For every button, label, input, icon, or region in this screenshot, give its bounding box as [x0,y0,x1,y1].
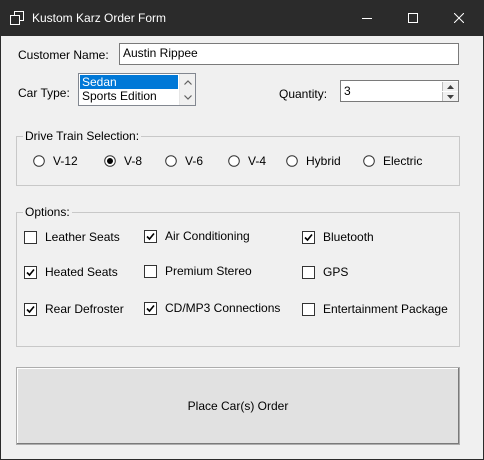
car-type-listbox[interactable]: Sedan Sports Edition [78,73,196,106]
option-heated-seats[interactable]: Heated Seats [24,265,118,279]
chevron-down-icon [183,94,192,100]
drive-train-label: V-4 [248,154,267,168]
checkbox-icon [144,264,157,278]
car-type-label: Car Type: [18,86,70,100]
chevron-up-icon [183,79,192,85]
customer-name-label: Customer Name: [18,48,109,62]
option-label: Leather Seats [45,230,120,244]
option-label: Air Conditioning [165,229,250,243]
option-air-conditioning[interactable]: Air Conditioning [144,229,250,243]
car-type-option-sports-edition[interactable]: Sports Edition [80,89,178,103]
window-app-icon [10,11,24,25]
options-caption: Options: [23,205,72,219]
close-icon [454,13,464,23]
checkbox-icon [302,302,315,316]
radio-button-icon [165,155,177,167]
quantity-decrement-button[interactable] [442,92,458,101]
option-gps[interactable]: GPS [302,265,348,279]
radio-button-selected-icon [104,155,116,167]
spin-up-icon [447,84,454,89]
maximize-button[interactable] [390,0,436,36]
quantity-label: Quantity: [279,87,328,101]
radio-button-icon [228,155,240,167]
maximize-icon [408,13,418,23]
form-client-area: Customer Name: Austin Rippee Car Type: S… [1,36,483,459]
drive-train-option-v6[interactable]: V-6 [165,154,203,168]
checkmark-icon [144,301,157,315]
drive-train-label: V-6 [185,154,204,168]
option-label: CD/MP3 Connections [165,301,281,315]
drive-train-label: Electric [383,154,423,168]
drive-train-option-v4[interactable]: V-4 [228,154,266,168]
drive-train-option-v12[interactable]: V-12 [33,154,78,168]
drive-train-label: V-12 [53,154,78,168]
option-label: Heated Seats [45,265,118,279]
option-label: Rear Defroster [45,302,124,316]
drive-train-option-v8[interactable]: V-8 [104,154,142,168]
drive-train-caption: Drive Train Selection: [23,129,142,143]
title-bar[interactable]: Kustom Karz Order Form [0,0,484,36]
checkbox-icon [24,230,37,244]
car-type-scrollbar[interactable] [179,74,195,105]
option-label: GPS [323,265,349,279]
option-premium-stereo[interactable]: Premium Stereo [144,264,252,278]
drive-train-option-electric[interactable]: Electric [363,154,422,168]
radio-button-icon [286,155,298,167]
minimize-button[interactable] [344,0,390,36]
option-rear-defroster[interactable]: Rear Defroster [24,302,124,316]
quantity-increment-button[interactable] [442,82,458,91]
option-cd-mp3-connections[interactable]: CD/MP3 Connections [144,301,280,315]
window-title: Kustom Karz Order Form [32,11,167,25]
drive-train-option-hybrid[interactable]: Hybrid [286,154,341,168]
drive-train-label: V-8 [124,154,143,168]
checkmark-icon [144,229,157,243]
checkmark-icon [302,230,315,244]
car-type-option-sedan[interactable]: Sedan [80,75,178,89]
radio-button-icon [33,155,45,167]
checkmark-icon [24,265,37,279]
option-entertainment-package[interactable]: Entertainment Package [302,302,448,316]
option-label: Bluetooth [323,230,374,244]
option-label: Entertainment Package [323,302,448,316]
quantity-value: 3 [344,84,351,98]
option-bluetooth[interactable]: Bluetooth [302,230,374,244]
customer-name-input[interactable]: Austin Rippee [119,43,459,65]
radio-button-icon [363,155,375,167]
scroll-up-button[interactable] [180,75,195,89]
checkbox-icon [302,265,315,279]
close-button[interactable] [436,0,482,36]
checkmark-icon [24,302,37,316]
spin-down-icon [447,94,454,99]
drive-train-label: Hybrid [306,154,341,168]
place-order-button[interactable]: Place Car(s) Order [16,367,460,445]
option-label: Premium Stereo [165,264,252,278]
option-leather-seats[interactable]: Leather Seats [24,230,120,244]
quantity-stepper[interactable]: 3 [340,80,459,102]
customer-name-value: Austin Rippee [123,46,198,60]
minimize-icon [362,18,372,19]
scroll-down-button[interactable] [180,90,195,104]
